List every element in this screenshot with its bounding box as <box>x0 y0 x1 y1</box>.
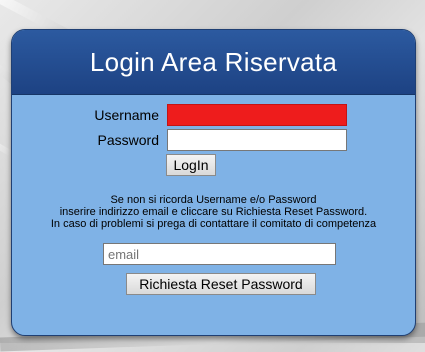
info-line: In caso di problemi si prega di contatta… <box>50 218 377 230</box>
username-row: Username <box>12 104 347 126</box>
reset-button-row: Richiesta Reset Password <box>126 273 316 295</box>
login-panel: Login Area Riservata Username Password L… <box>11 29 416 336</box>
reset-password-button[interactable]: Richiesta Reset Password <box>126 273 316 295</box>
login-button-row: LogIn <box>166 154 216 176</box>
page-title: Login Area Riservata <box>89 46 338 77</box>
password-input[interactable] <box>167 129 347 151</box>
info-line: Se non si ricorda Username e/o Password <box>110 194 317 206</box>
username-label: Username <box>94 107 159 123</box>
username-input[interactable] <box>167 104 347 126</box>
email-input[interactable] <box>103 243 336 265</box>
panel-header: Login Area Riservata <box>12 30 415 95</box>
info-line: inserire indirizzo email e cliccare su R… <box>59 206 368 218</box>
email-row <box>103 243 336 265</box>
password-label: Password <box>97 132 159 148</box>
login-button[interactable]: LogIn <box>166 154 216 176</box>
reset-info-text: Se non si ricorda Username e/o Password … <box>12 194 415 230</box>
password-row: Password <box>12 129 347 151</box>
